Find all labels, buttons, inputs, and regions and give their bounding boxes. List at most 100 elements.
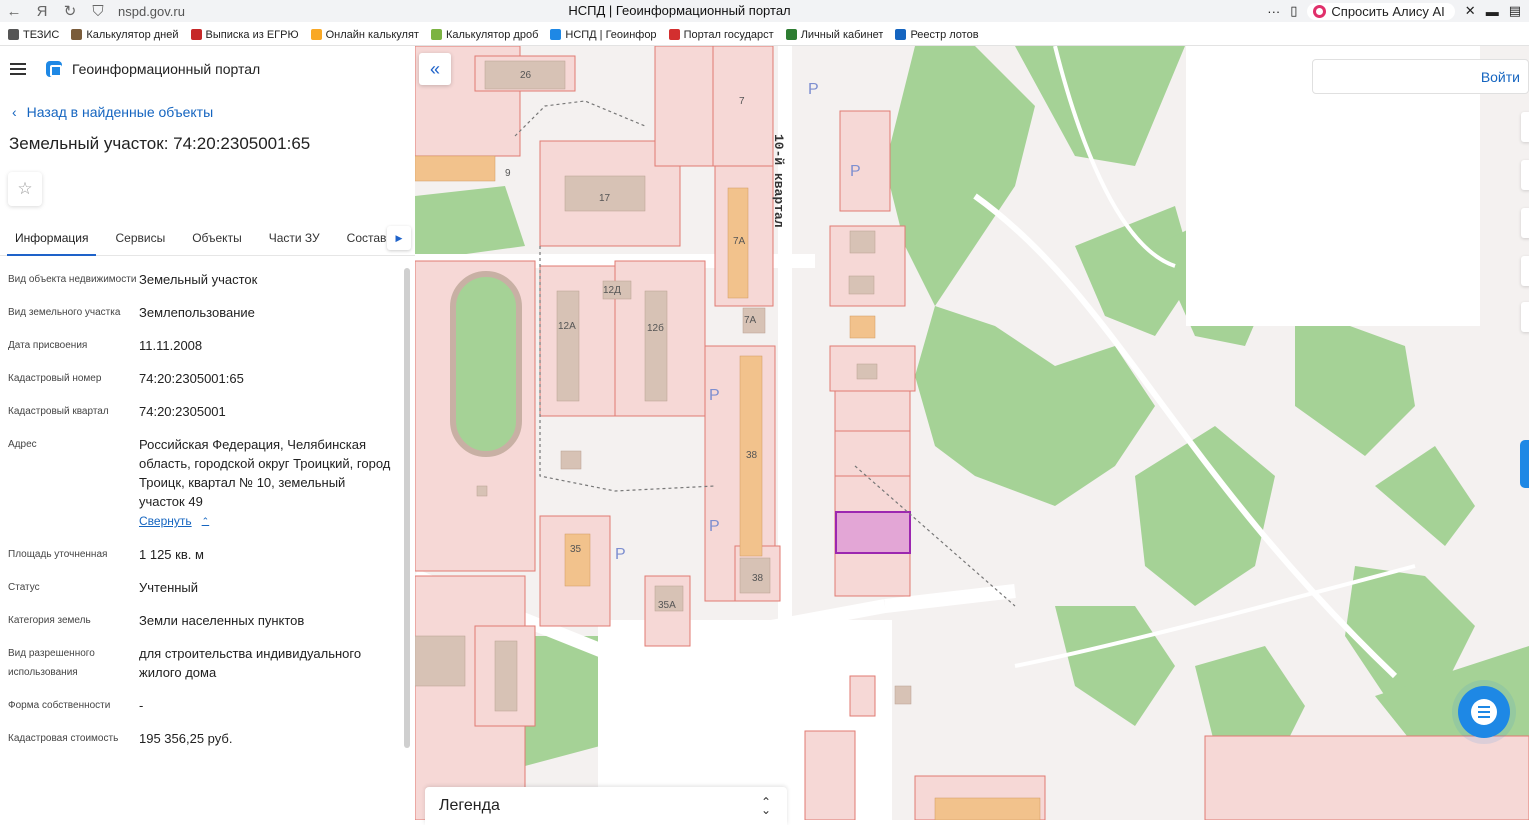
bookmark-item[interactable]: Калькулятор дней bbox=[71, 29, 179, 41]
bookmark-item[interactable]: Онлайн калькулят bbox=[310, 29, 419, 41]
tab-services[interactable]: Сервисы bbox=[107, 220, 173, 256]
bookmark-item[interactable]: ТЕЗИС bbox=[8, 29, 59, 41]
page-title: Земельный участок: 74:20:2305001:65 bbox=[9, 134, 311, 153]
bookmark-item[interactable]: Портал государст bbox=[668, 29, 774, 41]
property-value: Землепользование bbox=[139, 305, 255, 320]
property-label: Статус bbox=[8, 582, 40, 593]
map-tool-button[interactable] bbox=[1521, 256, 1529, 286]
tab-parts[interactable]: Части ЗУ bbox=[261, 220, 328, 256]
property-label: Площадь уточненная bbox=[8, 549, 108, 560]
bookmark-icon bbox=[668, 29, 680, 40]
property-row: Категория земель Земли населенных пунктов bbox=[0, 611, 415, 630]
bookmark-item[interactable]: Выписка из ЕГРЮ bbox=[190, 29, 299, 41]
property-row: Кадастровый квартал 74:20:2305001 bbox=[0, 402, 415, 421]
property-value: 74:20:2305001:65 bbox=[139, 371, 244, 386]
house-number: 38 bbox=[746, 450, 758, 461]
house-number: 17 bbox=[599, 193, 611, 204]
bookmark-item[interactable]: НСПД | Геоинфор bbox=[550, 29, 657, 41]
selected-parcel[interactable] bbox=[835, 511, 911, 554]
house-number: 12Д bbox=[603, 285, 621, 296]
chat-icon bbox=[1471, 699, 1497, 725]
property-value: 11.11.2008 bbox=[139, 338, 203, 353]
menu-icon[interactable] bbox=[10, 63, 26, 75]
house-number: 7А bbox=[733, 236, 746, 247]
parking-icon: P bbox=[850, 163, 861, 180]
parking-icon: P bbox=[808, 81, 819, 98]
house-number: 35А bbox=[658, 600, 676, 611]
property-label: Форма собственности bbox=[8, 700, 111, 711]
tab-bar: Информация Сервисы Объекты Части ЗУ Сост… bbox=[0, 220, 415, 256]
tab-objects[interactable]: Объекты bbox=[184, 220, 250, 256]
alice-button[interactable]: Спросить Алису AI bbox=[1307, 2, 1455, 20]
property-row: Кадастровая стоимость 195 356,25 руб. bbox=[0, 729, 415, 748]
side-panel-tab[interactable] bbox=[1520, 440, 1529, 488]
bookmark-icon bbox=[785, 29, 797, 40]
map-canvas[interactable]: 10-й квартал 26 7 9 17 7А 12Д 12А 12б 7А… bbox=[415, 46, 1529, 820]
chat-button[interactable] bbox=[1458, 686, 1510, 738]
portal-logo-icon bbox=[46, 61, 62, 77]
bookmark-item[interactable]: Личный кабинет bbox=[785, 29, 883, 41]
property-value: - bbox=[139, 698, 144, 713]
chevron-up-icon: ⌃ bbox=[201, 516, 210, 526]
property-value: Земли населенных пунктов bbox=[139, 613, 305, 628]
street-label: 10-й квартал bbox=[771, 134, 786, 228]
back-link[interactable]: ‹ Назад в найденные объекты bbox=[0, 104, 415, 120]
property-row: Вид разрешенного использования для строит… bbox=[0, 644, 415, 682]
login-button[interactable]: Войти bbox=[1312, 59, 1529, 94]
property-row: Вид земельного участка Землепользование bbox=[0, 303, 415, 322]
bookmark-icon[interactable]: ▯ bbox=[1290, 3, 1297, 19]
portal-header: Геоинформационный портал bbox=[0, 46, 415, 92]
property-label: Вид земельного участка bbox=[8, 307, 121, 318]
property-value: 195 356,25 руб. bbox=[139, 731, 233, 746]
alice-icon bbox=[1313, 4, 1327, 18]
property-row: Кадастровый номер 74:20:2305001:65 bbox=[0, 369, 415, 388]
more-icon[interactable]: ··· bbox=[1267, 4, 1280, 19]
collapse-panel-button[interactable]: « bbox=[419, 53, 451, 85]
house-number: 9 bbox=[505, 168, 511, 179]
map-tool-button[interactable] bbox=[1521, 302, 1529, 332]
bookmark-item[interactable]: Калькулятор дроб bbox=[430, 29, 538, 41]
favorite-star-icon[interactable]: ☆ bbox=[8, 172, 42, 206]
map-tool-button[interactable] bbox=[1521, 208, 1529, 238]
property-row: Форма собственности - bbox=[0, 696, 415, 715]
tabs-next-arrow-icon[interactable]: ▶ bbox=[387, 226, 411, 250]
back-link-label: Назад в найденные объекты bbox=[26, 104, 214, 120]
browser-page-title: НСПД | Геоинформационный портал bbox=[568, 3, 791, 18]
panel-scrollbar[interactable] bbox=[404, 268, 410, 748]
bookmark-icon bbox=[71, 29, 83, 40]
profile-icon[interactable]: ▬ bbox=[1486, 4, 1499, 19]
map-tool-button[interactable] bbox=[1521, 112, 1529, 142]
property-label: Кадастровый номер bbox=[8, 373, 102, 384]
map-drawing: 10-й квартал 26 7 9 17 7А 12Д 12А 12б 7А… bbox=[415, 46, 1529, 820]
stadium bbox=[450, 271, 522, 457]
property-label: Адрес bbox=[8, 439, 37, 450]
extension-icon[interactable]: ✕ bbox=[1465, 3, 1476, 19]
property-label: Вид объекта недвижимости bbox=[8, 274, 137, 285]
house-number: 38 bbox=[752, 573, 764, 584]
house-number: 12А bbox=[558, 321, 576, 332]
parking-icon: P bbox=[709, 387, 720, 404]
house-number: 12б bbox=[647, 322, 664, 334]
property-row: Вид объекта недвижимости Земельный участо… bbox=[0, 270, 415, 289]
bookmark-item[interactable]: Реестр лотов bbox=[895, 29, 979, 41]
portal-name: Геоинформационный портал bbox=[72, 61, 261, 77]
collapse-label: Свернуть bbox=[139, 514, 192, 528]
expand-collapse-icon[interactable]: ⌃ ⌄ bbox=[761, 796, 771, 816]
chevron-left-icon: ‹ bbox=[12, 104, 17, 120]
property-row: Статус Учтенный bbox=[0, 578, 415, 597]
property-value: Российская Федерация, Челябинская област… bbox=[139, 435, 394, 531]
property-value: 1 125 кв. м bbox=[139, 547, 204, 562]
collapse-link[interactable]: Свернуть ⌃ bbox=[139, 512, 209, 531]
property-label: Вид разрешенного использования bbox=[8, 648, 95, 678]
property-value: Учтенный bbox=[139, 580, 199, 595]
bookmark-icon bbox=[8, 29, 19, 40]
property-row: Площадь уточненная 1 125 кв. м bbox=[0, 545, 415, 564]
legend-label: Легенда bbox=[439, 797, 500, 814]
tab-info[interactable]: Информация bbox=[7, 220, 97, 256]
bookmark-icon bbox=[310, 29, 322, 40]
browser-toolbar: ← Я ↻ ⛉ nspd.gov.ru НСПД | Геоинформацио… bbox=[0, 0, 1529, 22]
login-label: Войти bbox=[1480, 68, 1520, 85]
sidebar-icon[interactable]: ▤ bbox=[1509, 3, 1521, 19]
map-tool-button[interactable] bbox=[1521, 160, 1529, 190]
legend-panel[interactable]: Легенда ⌃ ⌄ bbox=[425, 787, 787, 825]
